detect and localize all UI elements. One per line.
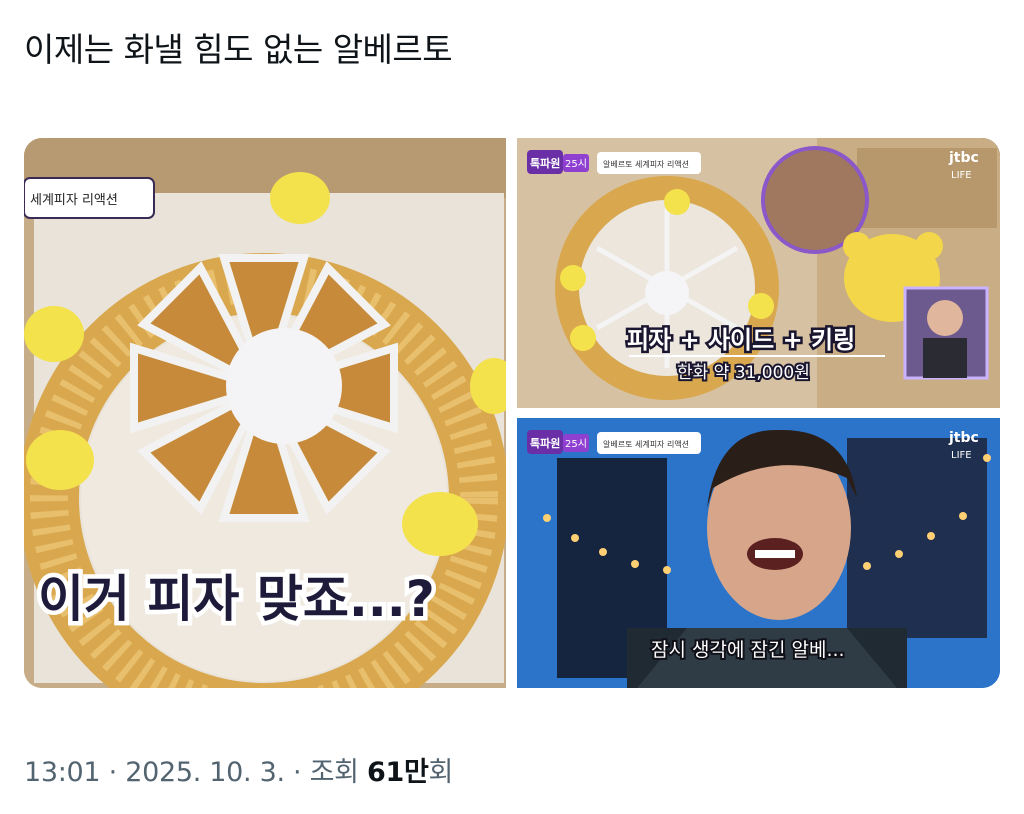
tr-price: 한화 약 31,000원 bbox=[677, 363, 810, 383]
pizza-photo: 세계피자 리액션 이거 피자 맞죠...? bbox=[24, 138, 506, 688]
tweet-text: 이제는 화낼 힘도 없는 알베르토 bbox=[24, 30, 453, 69]
tweet-date[interactable]: 2025. 10. 3. bbox=[125, 757, 285, 788]
br-badge-sub: 25시 bbox=[565, 438, 587, 450]
main-caption: 이거 피자 맞죠...? bbox=[38, 570, 435, 628]
br-channel-logo: jtbc bbox=[948, 430, 979, 446]
tr-caption: 피자 + 사이드 + 키링 bbox=[627, 326, 855, 354]
tr-badge-sub: 25시 bbox=[565, 158, 587, 170]
tr-channel-logo: jtbc bbox=[948, 150, 979, 166]
tweet-meta: 13:01 · 2025. 10. 3. · 조회 61만회 bbox=[24, 750, 453, 789]
media-top-right-photo[interactable]: 톡파원 25시 알베르토 세계피자 리액션 jtbc LIFE 피자 + 사이드… bbox=[517, 138, 1000, 408]
views-count: 61만 bbox=[367, 757, 429, 788]
media-main-photo[interactable]: 세계피자 리액션 이거 피자 맞죠...? bbox=[24, 138, 506, 688]
alberto-photo: 톡파원 25시 알베르토 세계피자 리액션 jtbc LIFE 잠시 생각에 잠… bbox=[517, 418, 1000, 688]
views-suffix: 회 bbox=[428, 757, 454, 788]
views-label: 조회 bbox=[309, 757, 359, 788]
pizza-box-photo: 톡파원 25시 알베르토 세계피자 리액션 jtbc LIFE 피자 + 사이드… bbox=[517, 138, 1000, 408]
br-channel-sub: LIFE bbox=[951, 450, 972, 461]
media-bottom-right-photo[interactable]: 톡파원 25시 알베르토 세계피자 리액션 jtbc LIFE 잠시 생각에 잠… bbox=[517, 418, 1000, 688]
media-grid[interactable]: 세계피자 리액션 이거 피자 맞죠...? 톡파원 25시 알베르토 세계피자 … bbox=[24, 138, 1000, 688]
meta-separator: · bbox=[108, 757, 126, 788]
meta-separator: · bbox=[293, 757, 310, 788]
main-tag: 세계피자 리액션 bbox=[30, 193, 118, 208]
br-caption: 잠시 생각에 잠긴 알베... bbox=[651, 639, 845, 661]
tr-tag: 알베르토 세계피자 리액션 bbox=[603, 159, 689, 169]
tweet-time[interactable]: 13:01 bbox=[24, 757, 101, 788]
br-badge: 톡파원 bbox=[530, 436, 560, 450]
tr-channel-sub: LIFE bbox=[951, 170, 972, 181]
br-tag: 알베르토 세계피자 리액션 bbox=[603, 439, 689, 449]
tr-badge: 톡파원 bbox=[530, 156, 560, 170]
